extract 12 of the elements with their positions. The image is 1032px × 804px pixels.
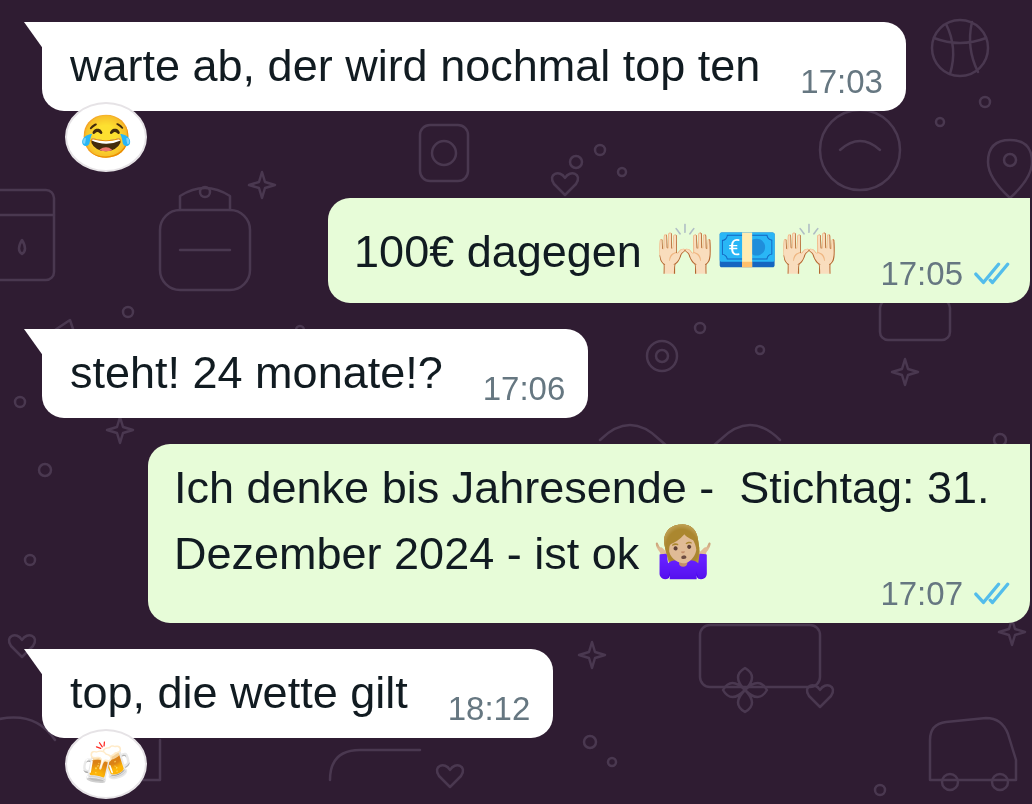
message-text: 100€ dagegen 🙌🏻💶🙌🏻 — [354, 226, 841, 277]
message-text: steht! 24 monate!? — [70, 347, 443, 398]
reaction-badge[interactable]: 😂 — [65, 102, 147, 172]
message-time: 17:07 — [880, 579, 963, 609]
message-time: 17:05 — [880, 259, 963, 289]
message-time: 17:03 — [800, 67, 883, 97]
message-text: top, die wette gilt — [70, 667, 408, 718]
message-time: 17:06 — [482, 374, 566, 404]
message-time: 18:12 — [447, 694, 531, 724]
message-text: Ich denke bis Jahresende - Stichtag: 31. Dezember 2024 - ist ok 🤷🏼‍♀ — [174, 462, 991, 579]
message-text: warte ab, der wird nochmal top ten — [70, 40, 761, 91]
reaction-badge[interactable]: 🍻 — [65, 729, 147, 799]
